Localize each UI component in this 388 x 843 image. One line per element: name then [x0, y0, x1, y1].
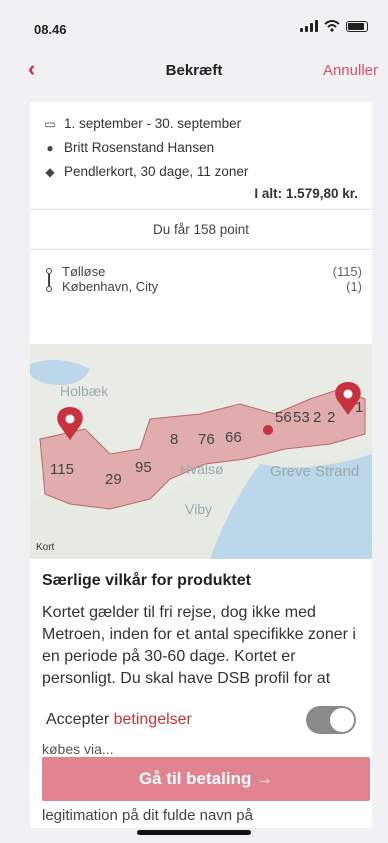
- battery-icon: [346, 20, 368, 32]
- person-icon: ●: [46, 140, 54, 155]
- person-row: ● Britt Rosenstand Hansen: [44, 140, 358, 155]
- go-to-payment-button[interactable]: Gå til betaling →: [42, 757, 370, 801]
- period-row: ▭ 1. september - 30. september: [44, 116, 358, 131]
- points-text: Du får 158 point: [152, 222, 250, 237]
- cancel-button[interactable]: Annuller: [323, 62, 378, 79]
- signal-icon: [300, 20, 318, 32]
- home-indicator[interactable]: [137, 830, 251, 835]
- zone-label: 2: [313, 409, 321, 426]
- status-time: 08.46: [34, 22, 67, 37]
- status-indicators: [300, 20, 368, 32]
- terms-link[interactable]: betingelser: [114, 711, 192, 728]
- zone-label: 76: [198, 431, 215, 448]
- accept-text: Accepter: [46, 711, 114, 728]
- route-info: Tølløse København, City (115) (1): [30, 250, 372, 302]
- product-terms: Særlige vilkår for produktet Kortet gæld…: [30, 572, 372, 690]
- terms-heading: Særlige vilkår for produktet: [42, 572, 251, 589]
- order-summary-card: ▭ 1. september - 30. september ● Britt R…: [30, 102, 372, 828]
- terms-body: Kortet gælder til fri rejse, dog ikke me…: [42, 604, 356, 687]
- route-line-icon: [44, 264, 54, 294]
- route-to: København, City: [62, 279, 159, 294]
- map-label-viby: Viby: [185, 501, 212, 517]
- accept-terms-row: Accepter betingelser: [30, 697, 372, 743]
- map-label-holbaek: Holbæk: [60, 383, 109, 399]
- ticket-icon: ◆: [45, 164, 55, 179]
- wifi-icon: [324, 20, 340, 32]
- product-text: Pendlerkort, 30 dage, 11 zoner: [64, 164, 249, 179]
- zone-label: 29: [105, 471, 122, 488]
- partial-text-line: købes via...: [42, 744, 114, 754]
- toggle-knob: [330, 708, 354, 732]
- zone-label: 2: [327, 409, 335, 426]
- person-text: Britt Rosenstand Hansen: [64, 140, 215, 155]
- zone-map[interactable]: Holbæk Hvalsø Viby Greve Strand 115 29 9…: [30, 344, 372, 559]
- map-label-greve: Greve Strand: [270, 463, 359, 480]
- zone-label: 95: [135, 459, 152, 476]
- route-to-zone: (1): [346, 279, 362, 294]
- product-row: ◆ Pendlerkort, 30 dage, 11 zoner: [44, 164, 358, 179]
- accept-toggle[interactable]: [306, 706, 356, 734]
- zone-label: 53: [293, 409, 310, 426]
- stop-dot: [263, 425, 273, 435]
- accept-label: Accepter betingelser: [46, 711, 192, 729]
- order-info: ▭ 1. september - 30. september ● Britt R…: [30, 102, 372, 209]
- zone-label: 8: [170, 431, 178, 448]
- total-price: I alt: 1.579,80 kr.: [254, 186, 358, 201]
- navigation-bar: ‹ Bekræft Annuller: [0, 46, 388, 90]
- route-from: Tølløse: [62, 264, 106, 279]
- zone-label: 66: [225, 429, 242, 446]
- footer-text: legitimation på dit fulde navn på: [42, 807, 253, 824]
- status-bar: 08.46: [0, 0, 388, 44]
- calendar-icon: ▭: [44, 116, 56, 131]
- map-label-hvalso: Hvalsø: [180, 461, 224, 477]
- zone-label: 115: [50, 461, 74, 478]
- map-attribution: Kort: [36, 542, 55, 553]
- period-text: 1. september - 30. september: [64, 116, 242, 131]
- zone-label: 56: [275, 409, 292, 426]
- route-from-zone: (115): [332, 264, 362, 279]
